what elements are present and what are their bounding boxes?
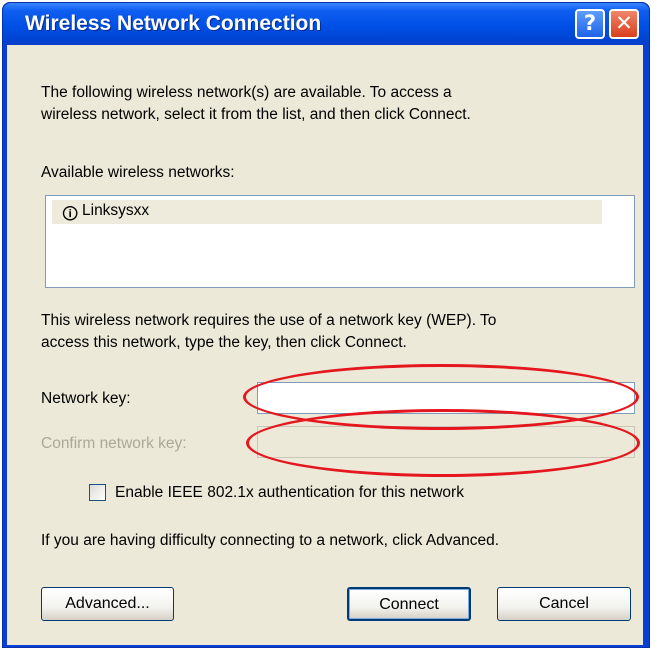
confirm-key-field[interactable]: [257, 426, 635, 458]
close-icon: ✕: [615, 11, 633, 35]
help-icon: ?: [583, 11, 597, 35]
list-item-network[interactable]: 🛈 Linksysxx: [52, 200, 602, 224]
ieee-8021x-label[interactable]: Enable IEEE 802.1x authentication for th…: [115, 483, 464, 503]
dialog-body: The following wireless network(s) are av…: [7, 45, 643, 645]
cancel-button[interactable]: Cancel: [497, 587, 631, 621]
network-key-field[interactable]: [257, 382, 635, 414]
connect-button[interactable]: Connect: [347, 587, 471, 621]
title-bar[interactable]: Wireless Network Connection ? ✕: [3, 3, 649, 45]
available-networks-label: Available wireless networks:: [41, 164, 235, 181]
confirm-key-label: Confirm network key:: [41, 435, 187, 452]
available-networks-list[interactable]: 🛈 Linksysxx: [45, 195, 635, 288]
antenna-icon: 🛈: [62, 204, 79, 223]
network-key-label: Network key:: [41, 390, 131, 407]
help-button[interactable]: ?: [575, 9, 605, 39]
advanced-button[interactable]: Advanced...: [41, 587, 174, 621]
ieee-8021x-checkbox[interactable]: [89, 484, 106, 501]
intro-text-line-2: wireless network, select it from the lis…: [41, 106, 471, 123]
window-title: Wireless Network Connection: [25, 12, 322, 35]
wep-text-line-1: This wireless network requires the use o…: [41, 312, 497, 329]
dialog-window: Wireless Network Connection ? ✕ The foll…: [2, 2, 650, 648]
wep-text-line-2: access this network, type the key, then …: [41, 334, 407, 351]
close-button[interactable]: ✕: [609, 9, 639, 39]
intro-text-line-1: The following wireless network(s) are av…: [41, 84, 452, 101]
advanced-hint-text: If you are having difficulty connecting …: [41, 532, 500, 549]
network-name: Linksysxx: [82, 202, 150, 219]
